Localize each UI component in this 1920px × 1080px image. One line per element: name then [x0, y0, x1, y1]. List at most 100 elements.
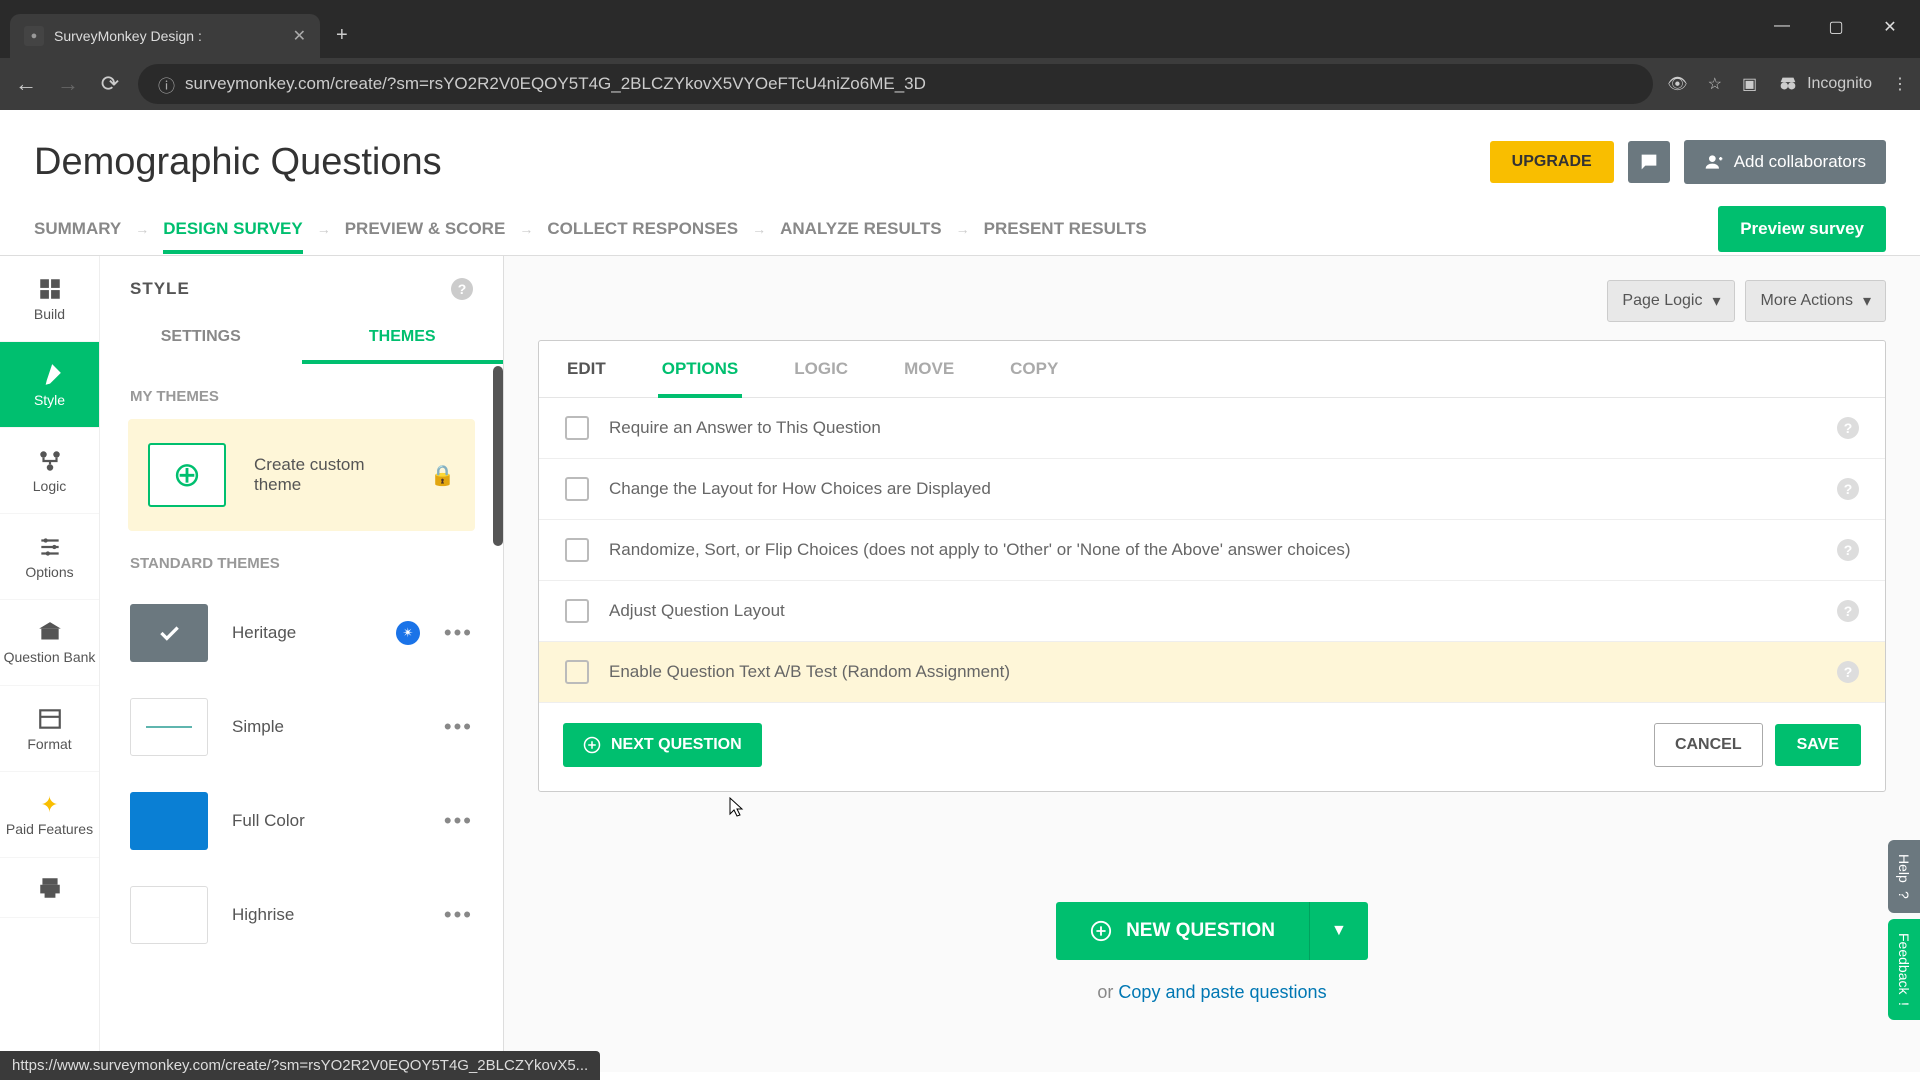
add-collaborators-button[interactable]: Add collaborators: [1684, 140, 1886, 184]
theme-simple[interactable]: Simple •••: [100, 680, 503, 774]
cancel-button[interactable]: CANCEL: [1654, 723, 1763, 767]
theme-full-color[interactable]: Full Color •••: [100, 774, 503, 868]
comments-button[interactable]: [1628, 141, 1670, 183]
help-icon[interactable]: ?: [1837, 600, 1859, 622]
nav-design-survey[interactable]: DESIGN SURVEY: [163, 204, 303, 254]
person-plus-icon: [1704, 152, 1724, 172]
tab-copy[interactable]: COPY: [1006, 341, 1062, 397]
panel-title: STYLE: [130, 279, 190, 299]
more-icon[interactable]: •••: [444, 714, 473, 740]
reload-icon[interactable]: ⟳: [96, 71, 124, 97]
question-editor-card: EDIT OPTIONS LOGIC MOVE COPY Require an …: [538, 340, 1886, 792]
theme-swatch: [130, 886, 208, 944]
theme-highrise[interactable]: Highrise •••: [100, 868, 503, 962]
caret-down-icon: ▼: [1331, 922, 1347, 940]
nav-present-results[interactable]: PRESENT RESULTS: [984, 204, 1147, 254]
site-info-icon[interactable]: ⓘ: [158, 72, 175, 97]
visibility-icon[interactable]: 👁: [1667, 74, 1687, 94]
more-icon[interactable]: •••: [444, 620, 473, 646]
survey-title[interactable]: Demographic Questions: [34, 141, 442, 184]
create-custom-theme[interactable]: ⊕ Create custom theme 🔒: [128, 419, 475, 531]
help-icon[interactable]: ?: [1837, 661, 1859, 683]
option-adjust-layout[interactable]: Adjust Question Layout ?: [539, 581, 1885, 642]
nav-preview-score[interactable]: PREVIEW & SCORE: [345, 204, 506, 254]
upgrade-button[interactable]: UPGRADE: [1490, 141, 1614, 183]
back-icon[interactable]: ←: [12, 71, 40, 97]
tab-close-icon[interactable]: ✕: [293, 26, 306, 46]
rail-options[interactable]: Options: [0, 514, 99, 600]
plus-circle-icon: [583, 736, 601, 754]
option-require-answer[interactable]: Require an Answer to This Question ?: [539, 398, 1885, 459]
nav-summary[interactable]: SUMMARY: [34, 204, 121, 254]
option-change-layout[interactable]: Change the Layout for How Choices are Di…: [539, 459, 1885, 520]
tab-options[interactable]: OPTIONS: [658, 341, 743, 398]
address-bar[interactable]: ⓘ surveymonkey.com/create/?sm=rsYO2R2V0E…: [138, 64, 1653, 104]
rail-paid-features[interactable]: ✦ Paid Features: [0, 772, 99, 858]
more-icon[interactable]: •••: [444, 902, 473, 928]
status-bar: https://www.surveymonkey.com/create/?sm=…: [0, 1051, 600, 1080]
new-question-button[interactable]: NEW QUESTION ▼: [1056, 902, 1368, 960]
panel-icon[interactable]: ▣: [1742, 74, 1757, 94]
tab-move[interactable]: MOVE: [900, 341, 958, 397]
checkbox[interactable]: [565, 538, 589, 562]
help-icon[interactable]: ?: [1837, 417, 1859, 439]
rail-print[interactable]: [0, 858, 99, 918]
more-icon[interactable]: •••: [444, 808, 473, 834]
style-panel: STYLE ? SETTINGS THEMES MY THEMES ⊕ Crea…: [100, 256, 504, 1072]
preview-survey-button[interactable]: Preview survey: [1718, 206, 1886, 252]
help-icon[interactable]: ?: [451, 278, 473, 300]
save-button[interactable]: SAVE: [1775, 724, 1861, 766]
nav-analyze-results[interactable]: ANALYZE RESULTS: [780, 204, 942, 254]
bookmark-icon[interactable]: ☆: [1708, 74, 1722, 94]
nav-collect-responses[interactable]: COLLECT RESPONSES: [547, 204, 738, 254]
scrollbar-thumb[interactable]: [493, 366, 503, 546]
help-icon[interactable]: ?: [1837, 478, 1859, 500]
rail-question-bank[interactable]: Question Bank: [0, 600, 99, 686]
option-randomize[interactable]: Randomize, Sort, or Flip Choices (does n…: [539, 520, 1885, 581]
new-question-dropdown[interactable]: ▼: [1310, 902, 1368, 960]
page-logic-dropdown[interactable]: Page Logic ▾: [1607, 280, 1735, 322]
chevron-right-icon: →: [135, 221, 149, 237]
copy-paste-link[interactable]: Copy and paste questions: [1118, 982, 1326, 1002]
chevron-right-icon: →: [752, 221, 766, 237]
lock-icon: 🔒: [430, 463, 455, 488]
checkbox[interactable]: [565, 477, 589, 501]
tab-themes[interactable]: THEMES: [302, 314, 504, 364]
copy-paste-text: or Copy and paste questions: [538, 982, 1886, 1003]
help-tab[interactable]: Help ?: [1888, 840, 1920, 913]
minimize-icon[interactable]: —: [1772, 17, 1792, 37]
caret-down-icon: ▾: [1712, 291, 1720, 311]
my-themes-label: MY THEMES: [100, 364, 503, 419]
theme-heritage[interactable]: Heritage ✴ •••: [100, 586, 503, 680]
theme-swatch: [130, 792, 208, 850]
new-tab-button[interactable]: +: [336, 24, 348, 47]
grid-icon: [37, 276, 63, 302]
rail-format[interactable]: Format: [0, 686, 99, 772]
checkbox[interactable]: [565, 416, 589, 440]
accessibility-icon[interactable]: ✴: [396, 621, 420, 645]
option-ab-test[interactable]: Enable Question Text A/B Test (Random As…: [539, 642, 1885, 703]
browser-menu-icon[interactable]: ⋮: [1892, 74, 1908, 94]
checkbox[interactable]: [565, 599, 589, 623]
sliders-icon: [37, 534, 63, 560]
rail-style[interactable]: Style: [0, 342, 99, 428]
tab-edit[interactable]: EDIT: [563, 341, 610, 397]
tab-logic[interactable]: LOGIC: [790, 341, 852, 397]
rail-logic[interactable]: Logic: [0, 428, 99, 514]
incognito-badge[interactable]: Incognito: [1777, 73, 1872, 95]
close-icon[interactable]: ✕: [1880, 17, 1900, 37]
rail-build[interactable]: Build: [0, 256, 99, 342]
feedback-tab[interactable]: Feedback !: [1888, 919, 1920, 1020]
plus-circle-icon: ⊕: [148, 443, 226, 507]
theme-swatch: [130, 604, 208, 662]
help-icon[interactable]: ?: [1837, 539, 1859, 561]
standard-themes-label: STANDARD THEMES: [100, 531, 503, 586]
page-header: Demographic Questions UPGRADE Add collab…: [0, 110, 1920, 202]
question-circle-icon: ?: [1896, 891, 1912, 899]
next-question-button[interactable]: NEXT QUESTION: [563, 723, 762, 767]
browser-tab[interactable]: ● SurveyMonkey Design : ✕: [10, 14, 320, 58]
maximize-icon[interactable]: ▢: [1826, 17, 1846, 37]
tab-settings[interactable]: SETTINGS: [100, 314, 302, 364]
more-actions-dropdown[interactable]: More Actions ▾: [1745, 280, 1886, 322]
checkbox[interactable]: [565, 660, 589, 684]
